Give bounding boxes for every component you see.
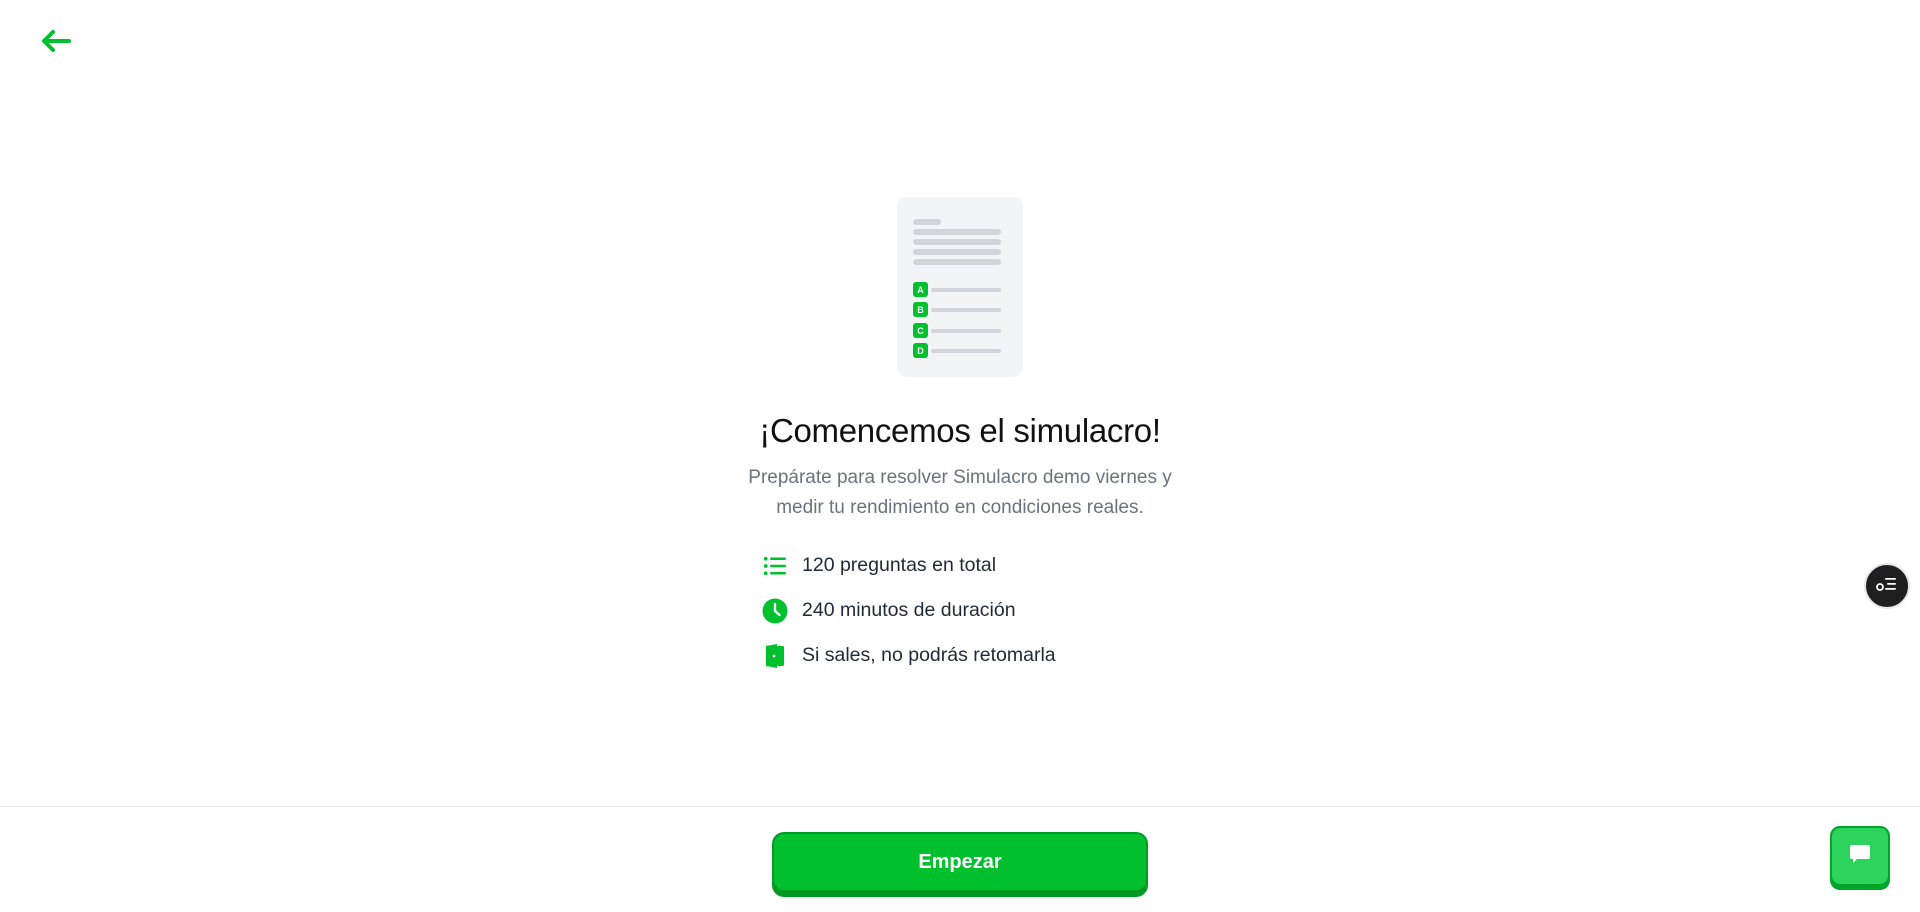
option-d-badge: D: [913, 343, 928, 358]
clock-icon: [762, 598, 788, 624]
chat-bubble-icon: [1849, 844, 1871, 869]
info-text-exit-warning: Si sales, no podrás retomarla: [802, 644, 1056, 666]
start-button[interactable]: Empezar: [772, 832, 1148, 892]
page-title: ¡Comencemos el simulacro!: [759, 412, 1161, 449]
question-list-icon: [1876, 576, 1898, 597]
info-item-duration: 240 minutos de duración: [762, 588, 1170, 633]
exam-info-list: 120 preguntas en total 240 minutos de du…: [750, 543, 1170, 678]
page: A B C D ¡Comencemos el simulacro! Prepár…: [0, 0, 1920, 912]
option-a-badge: A: [913, 282, 928, 297]
info-text-duration: 240 minutos de duración: [802, 599, 1016, 621]
page-subtitle: Prepárate para resolver Simulacro demo v…: [748, 467, 1172, 518]
info-item-exit-warning: Si sales, no podrás retomarla: [762, 633, 1170, 678]
chat-button[interactable]: [1830, 826, 1890, 886]
info-text-questions: 120 preguntas en total: [802, 554, 997, 576]
option-c-badge: C: [913, 323, 928, 338]
footer-divider: [0, 806, 1920, 807]
option-b-badge: B: [913, 302, 928, 317]
list-icon: [762, 553, 788, 579]
main-content: A B C D ¡Comencemos el simulacro! Prepár…: [0, 0, 1920, 678]
exit-door-icon: [762, 643, 788, 669]
info-item-questions: 120 preguntas en total: [762, 543, 1170, 588]
question-list-button[interactable]: [1864, 563, 1910, 609]
exam-document-illustration: A B C D: [897, 197, 1023, 377]
